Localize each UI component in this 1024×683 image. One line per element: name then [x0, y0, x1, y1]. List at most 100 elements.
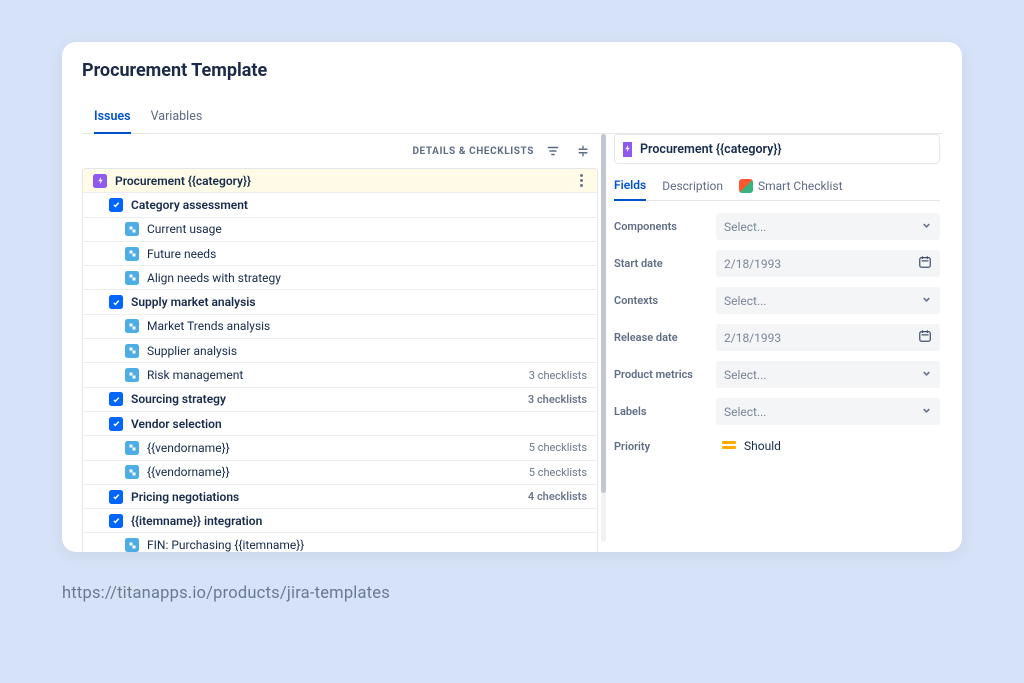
row-label: Category assessment	[131, 198, 597, 212]
tree-row[interactable]: {{vendorname}}5 checklists	[83, 436, 597, 460]
tab-fields[interactable]: Fields	[614, 172, 646, 201]
sub-icon	[125, 465, 139, 479]
tree-row[interactable]: Risk management3 checklists	[83, 363, 597, 387]
main-tabs: Issues Variables	[82, 103, 942, 134]
row-label: FIN: Purchasing {{itemname}}	[147, 538, 597, 552]
sub-icon	[125, 441, 139, 455]
date-input[interactable]: 2/18/1993	[716, 250, 940, 277]
row-meta: 3 checklists	[528, 393, 597, 406]
row-label: Supplier analysis	[147, 344, 597, 358]
row-label: Align needs with strategy	[147, 271, 597, 285]
field-row: Release date 2/18/1993	[614, 324, 940, 351]
calendar-icon	[918, 329, 932, 346]
details-panel: Procurement {{category}} Fields Descript…	[612, 134, 942, 542]
collapse-icon[interactable]	[572, 140, 594, 162]
tab-smart-checklist[interactable]: Smart Checklist	[739, 172, 843, 200]
kebab-icon[interactable]	[571, 171, 591, 191]
row-label: Future needs	[147, 247, 597, 261]
template-card: Procurement Template Issues Variables DE…	[62, 42, 962, 552]
tree-row[interactable]: Sourcing strategy3 checklists	[83, 388, 597, 412]
source-caption: https://titanapps.io/products/jira-templ…	[62, 584, 962, 603]
field-row: Labels Select...	[614, 398, 940, 425]
fields-list: Components Select... Start date2/18/1993 Co…	[614, 213, 940, 425]
tree-row[interactable]: Supplier analysis	[83, 339, 597, 363]
toolbar-label: DETAILS & CHECKLISTS	[412, 146, 534, 157]
tree-row[interactable]: {{itemname}} integration	[83, 509, 597, 533]
select-input[interactable]: Select...	[716, 361, 940, 388]
row-label: Pricing negotiations	[131, 490, 528, 504]
priority-row: Priority Should	[614, 439, 940, 453]
tree-row[interactable]: FIN: Purchasing {{itemname}}	[83, 533, 597, 552]
select-input[interactable]: Select...	[716, 398, 940, 425]
date-input[interactable]: 2/18/1993	[716, 324, 940, 351]
field-label: Release date	[614, 331, 702, 344]
row-label: Market Trends analysis	[147, 319, 597, 333]
panel-title: Procurement {{category}}	[640, 142, 782, 157]
calendar-icon	[918, 255, 932, 272]
select-input[interactable]: Select...	[716, 287, 940, 314]
panel-tabs: Fields Description Smart Checklist	[614, 172, 940, 201]
field-value: Select...	[724, 405, 766, 419]
field-value: Select...	[724, 368, 766, 382]
select-input[interactable]: Select...	[716, 213, 940, 240]
filter-icon[interactable]	[542, 140, 564, 162]
check-icon	[109, 295, 123, 309]
tree-row[interactable]: Future needs	[83, 242, 597, 266]
tab-issues[interactable]: Issues	[94, 103, 131, 134]
sub-icon	[125, 344, 139, 358]
tree-row[interactable]: {{vendorname}}5 checklists	[83, 461, 597, 485]
issue-tree: Procurement {{category}} Category assessm…	[82, 168, 598, 552]
row-label: Vendor selection	[131, 417, 597, 431]
tree-row[interactable]: Vendor selection	[83, 412, 597, 436]
page-title: Procurement Template	[82, 60, 942, 81]
check-icon	[109, 417, 123, 431]
toolbar: DETAILS & CHECKLISTS	[82, 134, 598, 168]
field-value: 2/18/1993	[724, 331, 781, 345]
sub-icon	[125, 368, 139, 382]
tab-variables[interactable]: Variables	[151, 103, 203, 133]
tab-description[interactable]: Description	[662, 172, 723, 200]
row-meta: 5 checklists	[529, 466, 597, 479]
epic-icon	[93, 174, 107, 188]
field-label: Components	[614, 220, 702, 233]
row-meta: 5 checklists	[529, 441, 597, 454]
field-label: Labels	[614, 405, 702, 418]
tree-row[interactable]: Pricing negotiations4 checklists	[83, 485, 597, 509]
tree-row[interactable]: Category assessment	[83, 193, 597, 217]
tree-row[interactable]: Align needs with strategy	[83, 266, 597, 290]
row-label: Risk management	[147, 368, 529, 382]
check-icon	[109, 198, 123, 212]
field-row: Start date2/18/1993	[614, 250, 940, 277]
tab-smart-checklist-label: Smart Checklist	[758, 179, 843, 193]
sub-icon	[125, 247, 139, 261]
chevron-down-icon	[921, 368, 932, 382]
row-label: Sourcing strategy	[131, 392, 528, 406]
row-label: Supply market analysis	[131, 295, 597, 309]
row-label: Procurement {{category}}	[115, 174, 571, 188]
check-icon	[109, 392, 123, 406]
sub-icon	[125, 538, 139, 552]
chevron-down-icon	[921, 405, 932, 419]
priority-value[interactable]: Should	[716, 439, 781, 453]
tree-row[interactable]: Current usage	[83, 218, 597, 242]
row-label: {{vendorname}}	[147, 465, 529, 479]
check-icon	[109, 514, 123, 528]
scrollbar[interactable]	[601, 134, 606, 542]
tree-row[interactable]: Market Trends analysis	[83, 315, 597, 339]
smart-checklist-icon	[739, 179, 753, 193]
field-value: Select...	[724, 294, 766, 308]
chevron-down-icon	[921, 220, 932, 234]
sub-icon	[125, 222, 139, 236]
priority-should-icon	[722, 441, 736, 451]
panel-title-box: Procurement {{category}}	[614, 134, 940, 164]
field-label: Contexts	[614, 294, 702, 307]
tree-row[interactable]: Supply market analysis	[83, 290, 597, 314]
row-label: Current usage	[147, 222, 597, 236]
chevron-down-icon	[921, 294, 932, 308]
tree-row[interactable]: Procurement {{category}}	[83, 169, 597, 193]
row-label: {{vendorname}}	[147, 441, 529, 455]
field-row: Contexts Select...	[614, 287, 940, 314]
priority-label: Priority	[614, 440, 702, 453]
check-icon	[109, 490, 123, 504]
epic-icon	[623, 142, 632, 157]
